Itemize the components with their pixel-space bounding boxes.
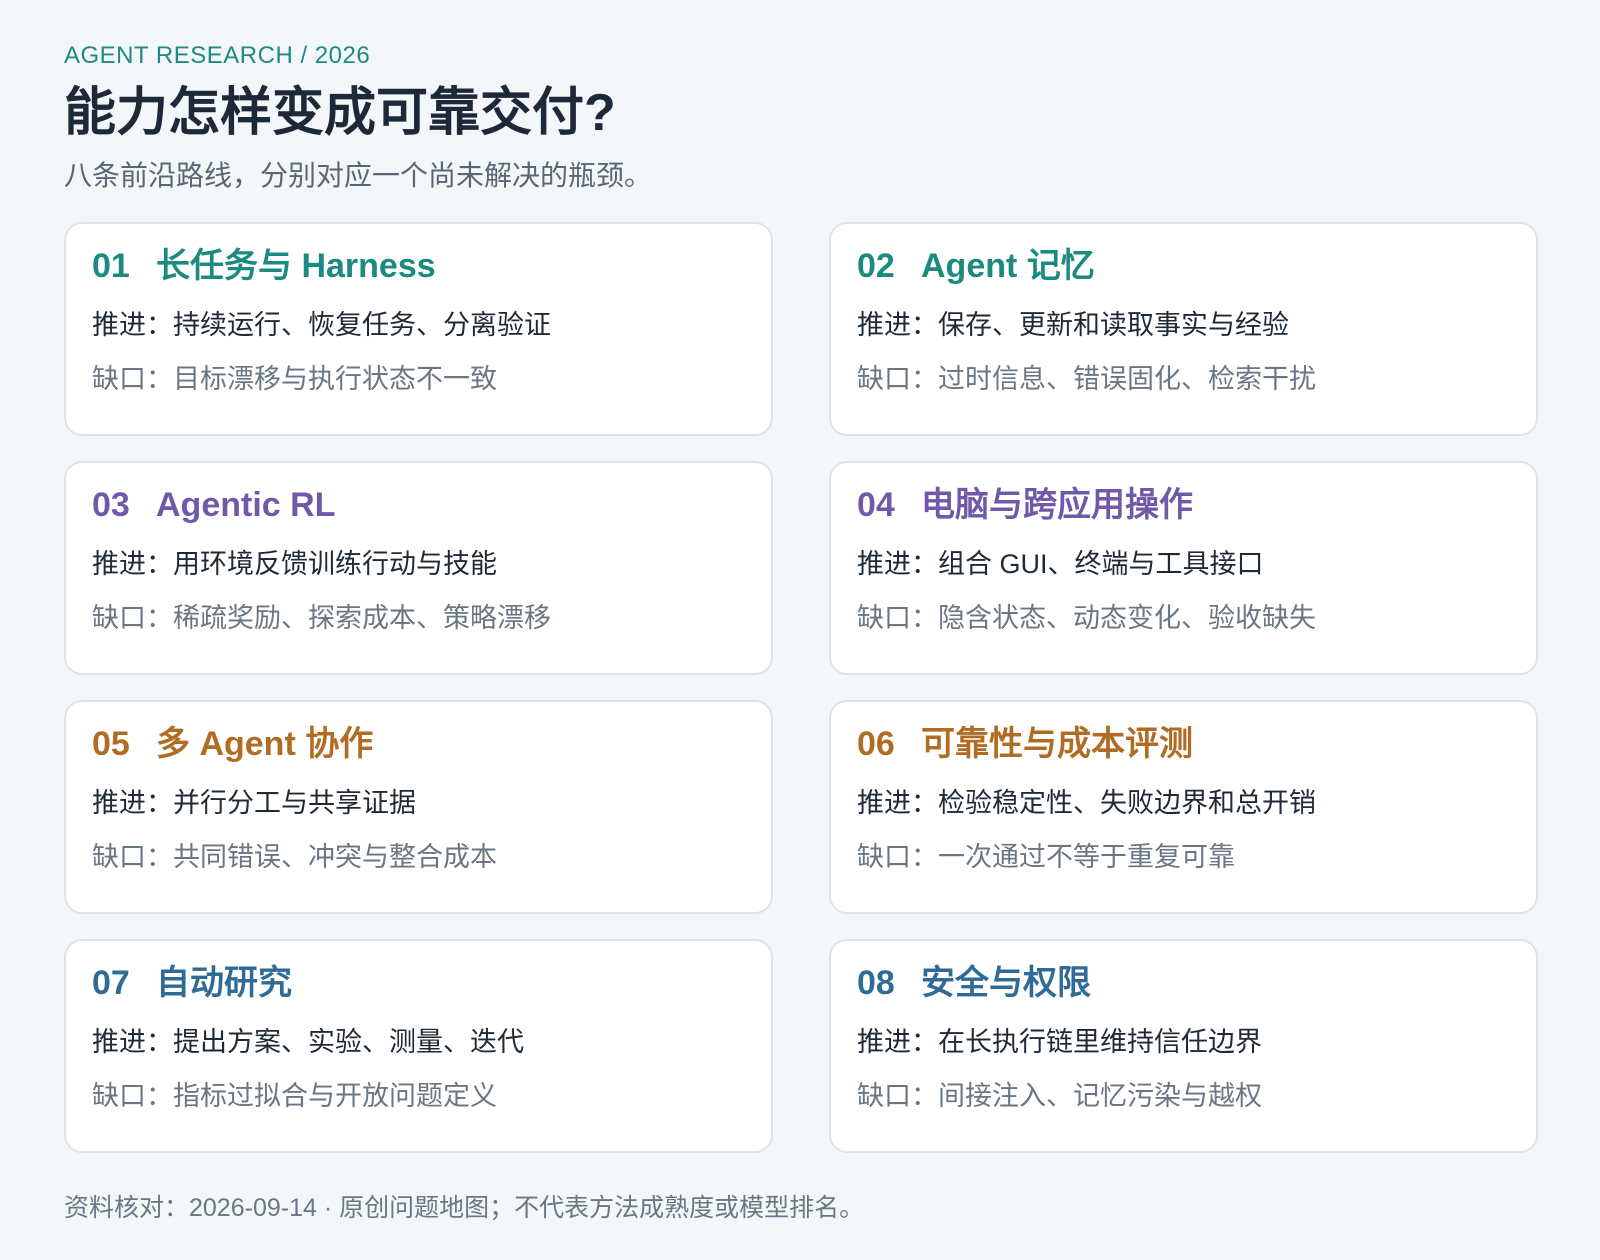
card-title: Agent 记忆 (921, 247, 1095, 285)
gap-text: 过时信息、错误固化、检索干扰 (938, 364, 1316, 394)
footer-note: 资料核对：2026-09-14 · 原创问题地图；不代表方法成熟度或模型排名。 (64, 1194, 865, 1222)
card-heading: 04 电脑与跨应用操作 (857, 481, 1510, 529)
gap-label: 缺口： (92, 364, 173, 394)
card-gap-row: 缺口：共同错误、冲突与整合成本 (92, 838, 745, 876)
gap-text: 一次通过不等于重复可靠 (938, 842, 1235, 872)
gap-label: 缺口： (857, 364, 938, 394)
card-heading: 01 长任务与 Harness (92, 242, 745, 290)
card-title: 可靠性与成本评测 (921, 725, 1193, 763)
card-number: 06 (857, 725, 895, 763)
card-gap-row: 缺口：稀疏奖励、探索成本、策略漂移 (92, 599, 745, 637)
page-header: AGENT RESEARCH / 2026 能力怎样变成可靠交付? 八条前沿路线… (64, 36, 1536, 196)
card-number: 07 (92, 964, 130, 1002)
card-gap-row: 缺口：目标漂移与执行状态不一致 (92, 360, 745, 398)
card-heading: 05 多 Agent 协作 (92, 720, 745, 768)
push-text: 在长执行链里维持信任边界 (938, 1027, 1262, 1057)
card-push-row: 推进：检验稳定性、失败边界和总开销 (857, 784, 1510, 822)
card-06: 06 可靠性与成本评测 推进：检验稳定性、失败边界和总开销 缺口：一次通过不等于… (829, 700, 1538, 914)
card-title: 安全与权限 (921, 964, 1091, 1002)
gap-label: 缺口： (92, 1081, 173, 1111)
push-text: 并行分工与共享证据 (173, 788, 416, 818)
push-text: 用环境反馈训练行动与技能 (173, 549, 497, 579)
card-push-row: 推进：保存、更新和读取事实与经验 (857, 306, 1510, 344)
card-heading: 07 自动研究 (92, 959, 745, 1007)
card-heading: 03 Agentic RL (92, 481, 745, 529)
eyebrow-label: AGENT RESEARCH / 2026 (64, 42, 371, 69)
gap-label: 缺口： (857, 842, 938, 872)
gap-label: 缺口： (857, 1081, 938, 1111)
push-label: 推进： (92, 1027, 173, 1057)
push-text: 组合 GUI、终端与工具接口 (938, 549, 1264, 579)
gap-text: 隐含状态、动态变化、验收缺失 (938, 603, 1316, 633)
card-03: 03 Agentic RL 推进：用环境反馈训练行动与技能 缺口：稀疏奖励、探索… (64, 461, 773, 675)
gap-label: 缺口： (857, 603, 938, 633)
card-title: 电脑与跨应用操作 (921, 486, 1193, 524)
card-08: 08 安全与权限 推进：在长执行链里维持信任边界 缺口：间接注入、记忆污染与越权 (829, 939, 1538, 1153)
card-02: 02 Agent 记忆 推进：保存、更新和读取事实与经验 缺口：过时信息、错误固… (829, 222, 1538, 436)
card-number: 05 (92, 725, 130, 763)
push-label: 推进： (857, 788, 938, 818)
card-grid: 01 长任务与 Harness 推进：持续运行、恢复任务、分离验证 缺口：目标漂… (64, 222, 1538, 1153)
card-push-row: 推进：持续运行、恢复任务、分离验证 (92, 306, 745, 344)
card-number: 01 (92, 247, 130, 285)
gap-text: 间接注入、记忆污染与越权 (938, 1081, 1262, 1111)
push-text: 检验稳定性、失败边界和总开销 (938, 788, 1316, 818)
card-number: 02 (857, 247, 895, 285)
push-label: 推进： (92, 310, 173, 340)
card-gap-row: 缺口：过时信息、错误固化、检索干扰 (857, 360, 1510, 398)
card-gap-row: 缺口：隐含状态、动态变化、验收缺失 (857, 599, 1510, 637)
card-04: 04 电脑与跨应用操作 推进：组合 GUI、终端与工具接口 缺口：隐含状态、动态… (829, 461, 1538, 675)
push-text: 提出方案、实验、测量、迭代 (173, 1027, 524, 1057)
card-push-row: 推进：组合 GUI、终端与工具接口 (857, 545, 1510, 583)
card-number: 08 (857, 964, 895, 1002)
card-number: 03 (92, 486, 130, 524)
card-title: Agentic RL (156, 486, 336, 524)
push-text: 保存、更新和读取事实与经验 (938, 310, 1289, 340)
card-push-row: 推进：并行分工与共享证据 (92, 784, 745, 822)
gap-label: 缺口： (92, 603, 173, 633)
gap-text: 指标过拟合与开放问题定义 (173, 1081, 497, 1111)
card-push-row: 推进：在长执行链里维持信任边界 (857, 1023, 1510, 1061)
page-subtitle: 八条前沿路线，分别对应一个尚未解决的瓶颈。 (64, 160, 653, 191)
gap-label: 缺口： (92, 842, 173, 872)
card-gap-row: 缺口：指标过拟合与开放问题定义 (92, 1077, 745, 1115)
card-05: 05 多 Agent 协作 推进：并行分工与共享证据 缺口：共同错误、冲突与整合… (64, 700, 773, 914)
card-title: 长任务与 Harness (156, 247, 436, 285)
gap-text: 稀疏奖励、探索成本、策略漂移 (173, 603, 551, 633)
card-push-row: 推进：提出方案、实验、测量、迭代 (92, 1023, 745, 1061)
push-label: 推进： (857, 1027, 938, 1057)
push-label: 推进： (92, 549, 173, 579)
card-gap-row: 缺口：间接注入、记忆污染与越权 (857, 1077, 1510, 1115)
card-title: 多 Agent 协作 (156, 725, 374, 763)
card-01: 01 长任务与 Harness 推进：持续运行、恢复任务、分离验证 缺口：目标漂… (64, 222, 773, 436)
card-number: 04 (857, 486, 895, 524)
page-title: 能力怎样变成可靠交付? (64, 84, 616, 142)
card-heading: 02 Agent 记忆 (857, 242, 1510, 290)
gap-text: 目标漂移与执行状态不一致 (173, 364, 497, 394)
gap-text: 共同错误、冲突与整合成本 (173, 842, 497, 872)
card-gap-row: 缺口：一次通过不等于重复可靠 (857, 838, 1510, 876)
push-text: 持续运行、恢复任务、分离验证 (173, 310, 551, 340)
push-label: 推进： (857, 310, 938, 340)
push-label: 推进： (857, 549, 938, 579)
card-title: 自动研究 (156, 964, 292, 1002)
card-07: 07 自动研究 推进：提出方案、实验、测量、迭代 缺口：指标过拟合与开放问题定义 (64, 939, 773, 1153)
card-heading: 06 可靠性与成本评测 (857, 720, 1510, 768)
card-heading: 08 安全与权限 (857, 959, 1510, 1007)
card-push-row: 推进：用环境反馈训练行动与技能 (92, 545, 745, 583)
push-label: 推进： (92, 788, 173, 818)
